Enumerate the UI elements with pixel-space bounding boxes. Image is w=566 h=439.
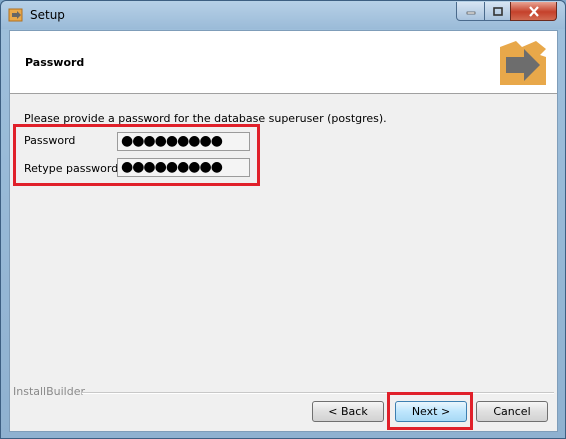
cancel-button[interactable]: Cancel — [476, 401, 548, 422]
minimize-button[interactable] — [456, 2, 485, 21]
next-button-highlight — [387, 392, 473, 430]
maximize-button[interactable] — [484, 2, 511, 21]
footer-divider — [82, 392, 554, 394]
page-title: Password — [25, 56, 85, 69]
close-button[interactable] — [510, 2, 557, 21]
maximize-icon — [492, 6, 503, 16]
wizard-client-area: Password Please provide a password for t… — [9, 30, 558, 432]
installbuilder-brand: InstallBuilder — [13, 385, 86, 398]
window-title: Setup — [30, 8, 65, 22]
password-fields-highlight — [13, 124, 260, 186]
back-button[interactable]: < Back — [312, 401, 384, 422]
setup-window: Setup Password Please provide a password… — [0, 0, 566, 439]
title-bar[interactable]: Setup — [1, 1, 565, 29]
setup-app-icon — [8, 8, 23, 22]
installer-logo-icon — [500, 41, 546, 85]
wizard-header: Password — [10, 31, 557, 94]
minimize-icon — [466, 11, 475, 15]
close-icon — [528, 5, 539, 17]
